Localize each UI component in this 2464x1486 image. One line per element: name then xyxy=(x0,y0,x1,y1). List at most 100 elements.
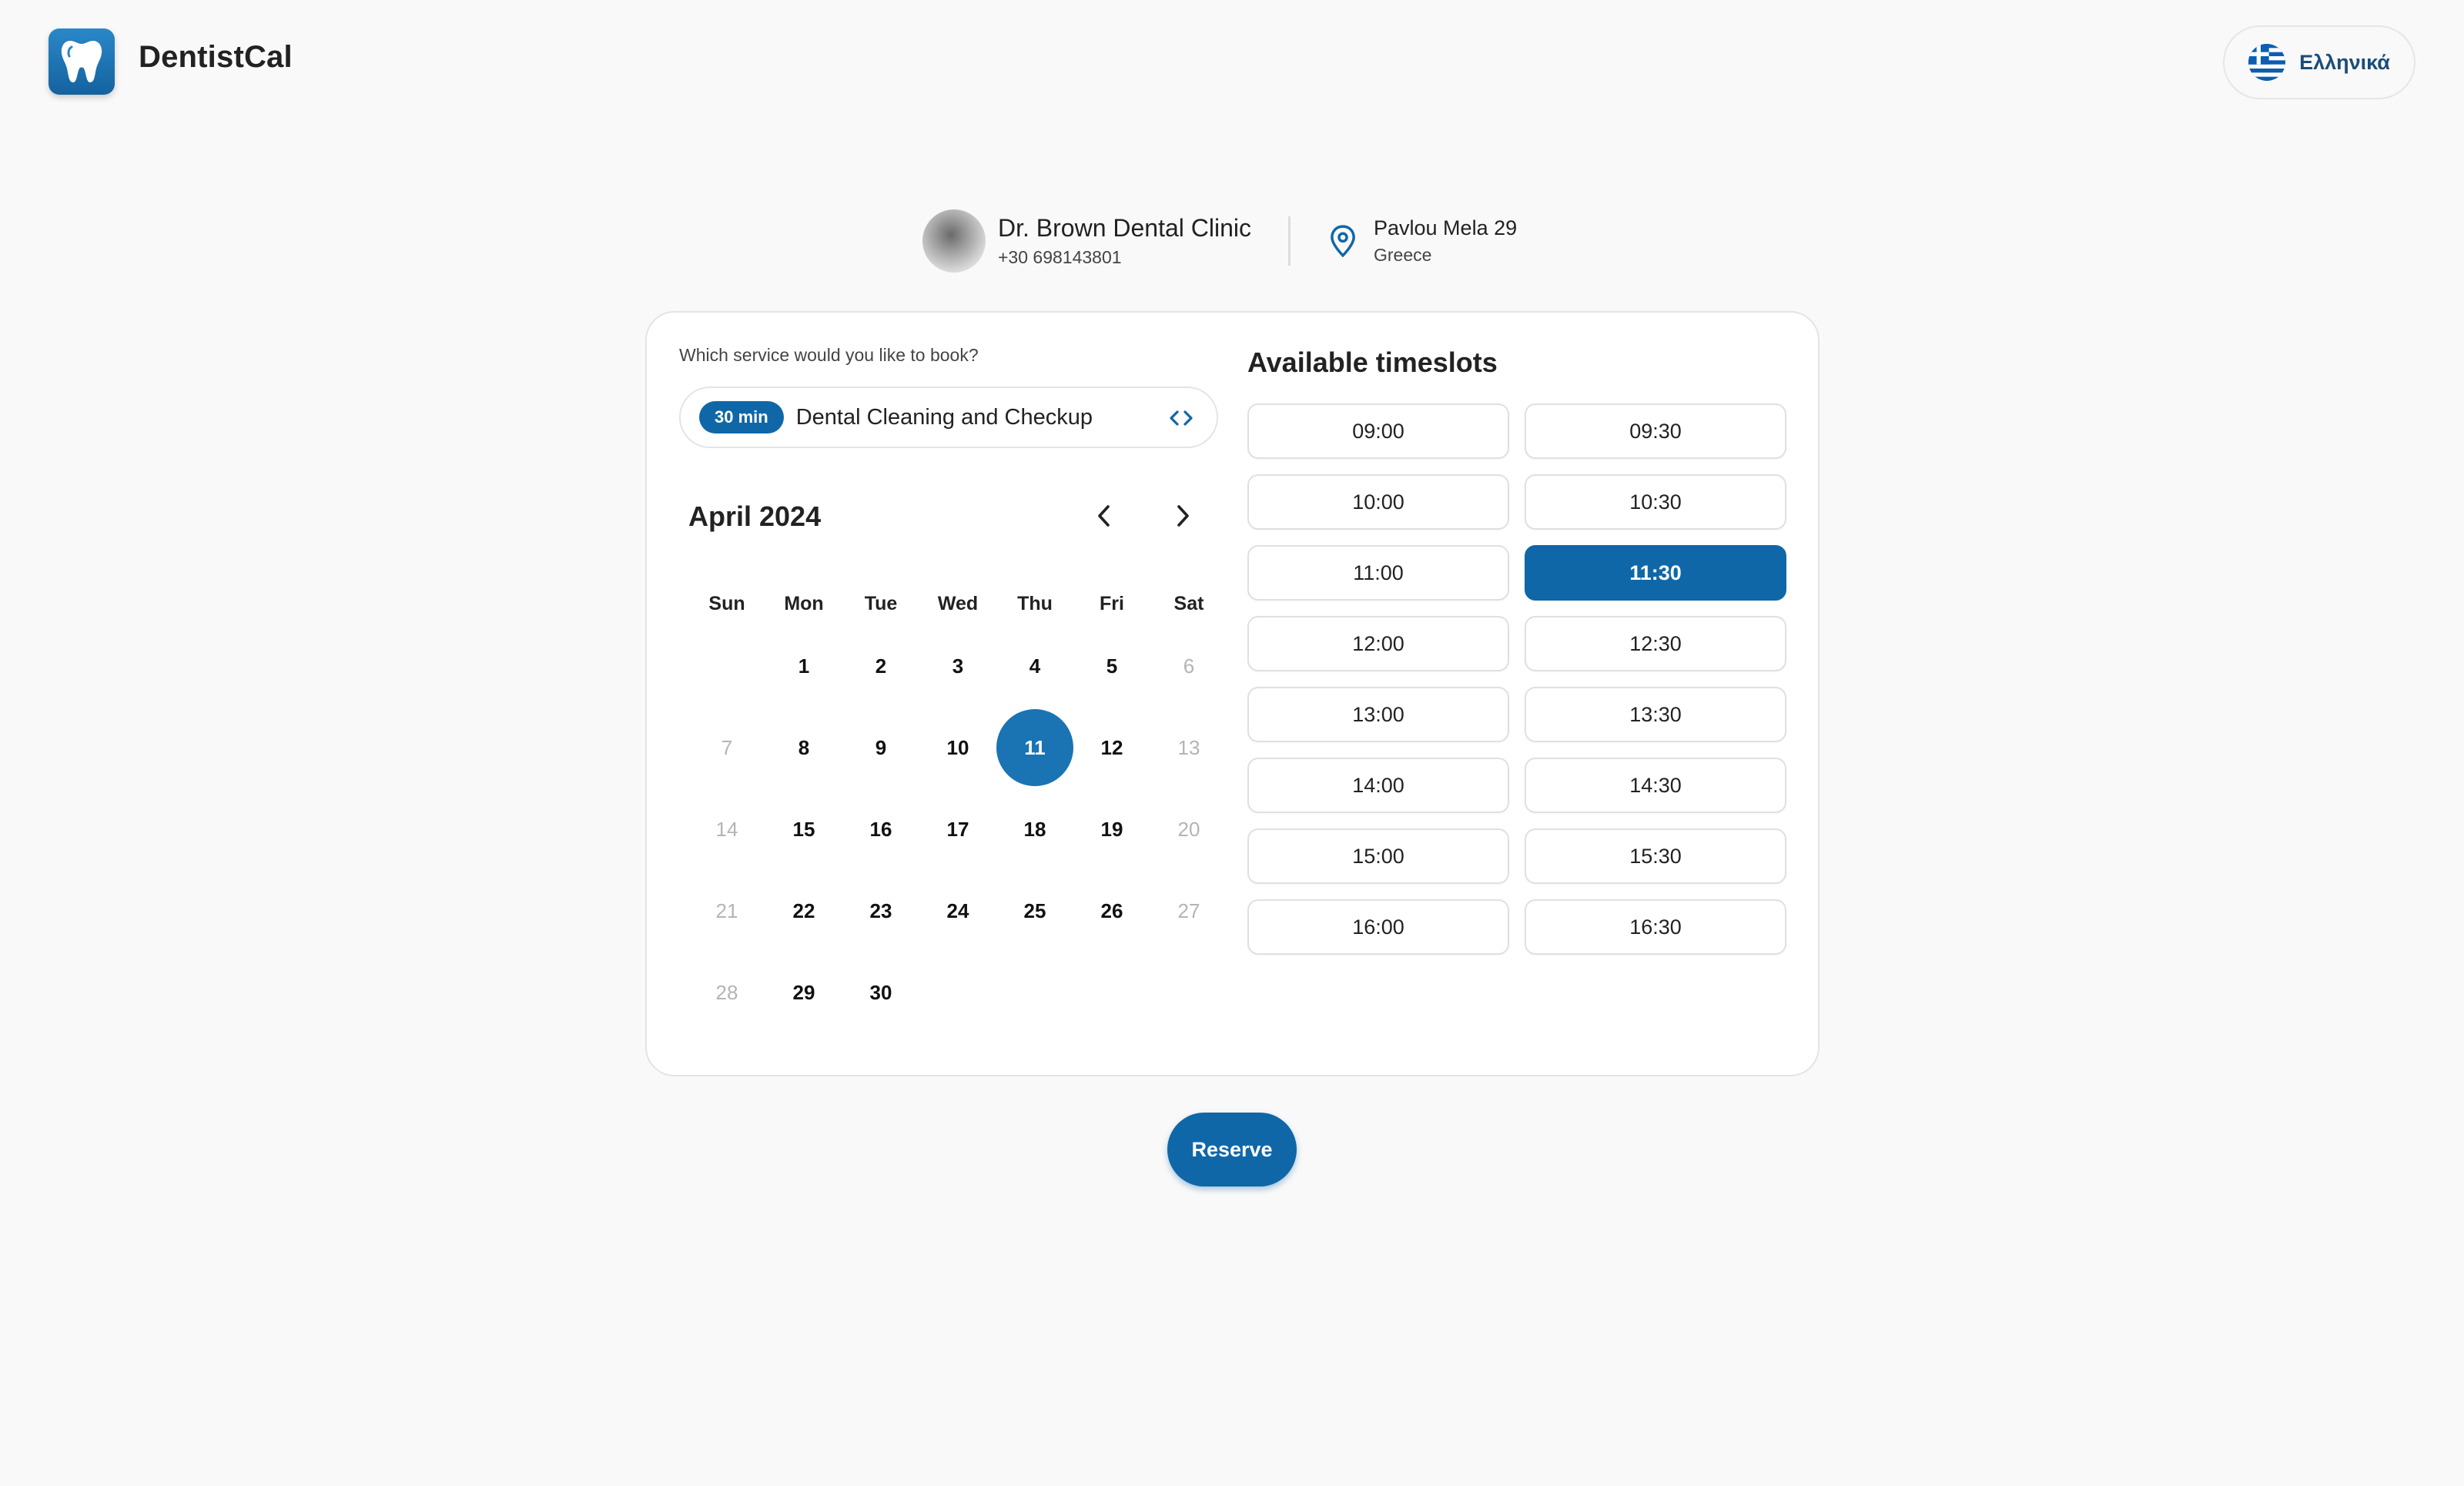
clinic-phone: +30 698143801 xyxy=(998,247,1122,267)
timeslot-button[interactable]: 12:30 xyxy=(1525,616,1786,671)
timeslot-button[interactable]: 13:30 xyxy=(1525,687,1786,742)
previous-month-button[interactable] xyxy=(1083,494,1126,537)
calendar-day-number: 13 xyxy=(1177,735,1200,759)
reserve-button[interactable]: Reserve xyxy=(1167,1113,1297,1186)
weekday-label: Fri xyxy=(1100,593,1124,614)
calendar-day[interactable]: 23 xyxy=(842,870,919,952)
calendar-day[interactable]: 30 xyxy=(842,952,919,1033)
calendar-week-row: 7 8 9 10 11 12 13 xyxy=(688,707,1227,788)
calendar-day-number: 23 xyxy=(869,899,892,922)
weekday-label: Sun xyxy=(708,593,745,614)
calendar-day-number: 6 xyxy=(1183,654,1195,678)
calendar-day-number: 3 xyxy=(952,654,964,678)
calendar-empty-cell xyxy=(996,952,1073,1033)
calendar-day-number: 4 xyxy=(1029,654,1041,678)
calendar-day[interactable]: 16 xyxy=(842,788,919,870)
weekday-label: Mon xyxy=(784,593,824,614)
timeslot-button[interactable]: 13:00 xyxy=(1247,687,1509,742)
timeslot-button[interactable]: 14:00 xyxy=(1247,758,1509,813)
calendar-day[interactable]: 18 xyxy=(996,788,1073,870)
calendar-day-number: 1 xyxy=(798,654,810,678)
calendar-empty-cell xyxy=(1073,952,1150,1033)
calendar-day[interactable]: 2 xyxy=(842,625,919,707)
calendar-day[interactable]: 1 xyxy=(765,625,842,707)
calendar-grid: Sun Mon Tue Wed Thu Fri Sat 1 2 3 4 5 6 7 8 9 10 11 12 13 1… xyxy=(688,582,1227,1033)
timeslot-button[interactable]: 16:30 xyxy=(1525,899,1786,955)
calendar-day: 28 xyxy=(688,952,765,1033)
calendar-day: 13 xyxy=(1150,707,1227,788)
clinic-name: Dr. Brown Dental Clinic xyxy=(998,214,1251,242)
timeslot-button[interactable]: 09:00 xyxy=(1247,403,1509,459)
calendar-day-number: 11 xyxy=(996,709,1073,786)
calendar-day[interactable]: 9 xyxy=(842,707,919,788)
calendar-week-row: 14 15 16 17 18 19 20 xyxy=(688,788,1227,870)
weekday-label: Wed xyxy=(937,593,979,614)
timeslot-button[interactable]: 12:00 xyxy=(1247,616,1509,671)
timeslot-button[interactable]: 10:00 xyxy=(1247,474,1509,530)
timeslot-button[interactable]: 15:00 xyxy=(1247,828,1509,884)
calendar-day[interactable]: 15 xyxy=(765,788,842,870)
calendar-day-number: 16 xyxy=(869,817,892,841)
calendar-day[interactable]: 8 xyxy=(765,707,842,788)
calendar-day[interactable]: 10 xyxy=(919,707,996,788)
timeslot-button-selected[interactable]: 11:30 xyxy=(1525,545,1786,601)
calendar-day-number: 10 xyxy=(946,735,969,759)
calendar-day[interactable]: 26 xyxy=(1073,870,1150,952)
calendar-day-number: 28 xyxy=(715,980,738,1004)
clinic-avatar xyxy=(922,209,986,273)
weekday-label: Sat xyxy=(1173,593,1204,614)
greek-flag-icon xyxy=(2248,44,2286,81)
calendar-day[interactable]: 4 xyxy=(996,625,1073,707)
calendar-day-number: 24 xyxy=(946,899,969,922)
calendar-day[interactable]: 24 xyxy=(919,870,996,952)
service-select[interactable]: 30 min Dental Cleaning and Checkup xyxy=(679,387,1218,448)
calendar-day[interactable]: 25 xyxy=(996,870,1073,952)
chevron-right-icon xyxy=(1177,505,1189,527)
calendar-day-number: 8 xyxy=(798,735,810,759)
address-street: Pavlou Mela 29 xyxy=(1374,216,1518,239)
calendar-day[interactable]: 22 xyxy=(765,870,842,952)
calendar-day-number: 7 xyxy=(721,735,733,759)
language-label: Ελληνικά xyxy=(2299,50,2390,74)
calendar-day[interactable]: 5 xyxy=(1073,625,1150,707)
address-country: Greece xyxy=(1374,245,1432,265)
calendar-week-row: 28 29 30 xyxy=(688,952,1227,1033)
timeslot-button[interactable]: 11:00 xyxy=(1247,545,1509,601)
timeslot-button[interactable]: 10:30 xyxy=(1525,474,1786,530)
language-switcher-button[interactable]: Ελληνικά xyxy=(2223,25,2415,99)
calendar-day-number: 15 xyxy=(792,817,815,841)
timeslots-grid: 09:00 09:30 10:00 10:30 11:00 11:30 12:00 12:30… xyxy=(1247,403,1786,955)
duration-badge: 30 min xyxy=(699,401,784,433)
calendar-day[interactable]: 29 xyxy=(765,952,842,1033)
calendar-day[interactable]: 19 xyxy=(1073,788,1150,870)
clinic-info: Dr. Brown Dental Clinic +30 698143801 Pa… xyxy=(922,209,1517,273)
timeslot-button[interactable]: 14:30 xyxy=(1525,758,1786,813)
brand-name: DentistCal xyxy=(139,40,293,74)
calendar-day-selected[interactable]: 11 xyxy=(996,707,1073,788)
weekday-label: Thu xyxy=(1017,593,1053,614)
calendar-day: 21 xyxy=(688,870,765,952)
calendar-empty-cell xyxy=(688,625,765,707)
timeslot-button[interactable]: 09:30 xyxy=(1525,403,1786,459)
calendar-day-number: 27 xyxy=(1177,899,1200,922)
calendar-day-number: 2 xyxy=(875,654,887,678)
weekday-label: Tue xyxy=(864,593,898,614)
calendar-day[interactable]: 17 xyxy=(919,788,996,870)
timeslot-button[interactable]: 16:00 xyxy=(1247,899,1509,955)
calendar-day-number: 20 xyxy=(1177,817,1200,841)
calendar-day-number: 29 xyxy=(792,980,815,1004)
calendar-day-number: 25 xyxy=(1023,899,1046,922)
map-pin-icon xyxy=(1331,225,1355,258)
calendar-day-number: 9 xyxy=(875,735,887,759)
timeslot-button[interactable]: 15:30 xyxy=(1525,828,1786,884)
calendar-day-number: 14 xyxy=(715,817,738,841)
calendar-day-number: 26 xyxy=(1100,899,1123,922)
chevron-left-icon xyxy=(1098,505,1110,527)
tooth-icon xyxy=(61,41,102,82)
calendar-week-row: 1 2 3 4 5 6 xyxy=(688,625,1227,707)
app-logo[interactable] xyxy=(49,28,115,95)
next-month-button[interactable] xyxy=(1161,494,1204,537)
calendar-day-number: 17 xyxy=(946,817,969,841)
calendar-day[interactable]: 12 xyxy=(1073,707,1150,788)
calendar-day[interactable]: 3 xyxy=(919,625,996,707)
